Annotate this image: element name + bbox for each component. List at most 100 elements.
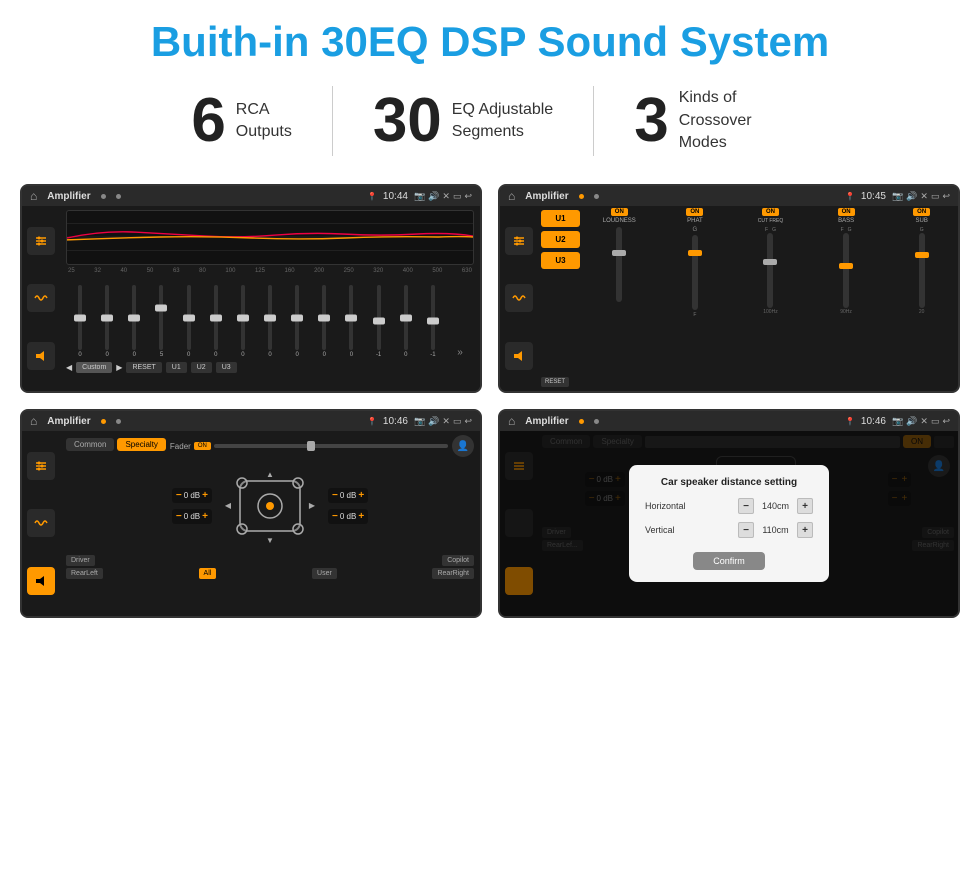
eq-slider-6[interactable]: 0 (231, 285, 255, 358)
spk-user-btn[interactable]: User (312, 568, 337, 579)
fader-track[interactable] (214, 444, 448, 448)
db-minus-rr[interactable]: − (332, 511, 338, 522)
ch-bass-slider[interactable] (843, 233, 849, 308)
close-icon-3[interactable]: ✕ (442, 416, 450, 427)
eq-next-btn[interactable]: ▶ (116, 363, 122, 372)
db-plus-fr[interactable]: + (358, 490, 364, 501)
spk-tune-btn[interactable] (27, 452, 55, 480)
spk-rearright-btn[interactable]: RearRight (432, 568, 474, 579)
spk-driver-btn[interactable]: Driver (66, 555, 95, 566)
close-icon-1[interactable]: ✕ (442, 191, 450, 202)
ch-cutfreq-on[interactable]: ON (762, 208, 779, 216)
eq-slider-10[interactable]: 0 (339, 285, 363, 358)
amp-speaker-btn[interactable] (505, 342, 533, 370)
page-title: Buith-in 30EQ DSP Sound System (0, 0, 980, 76)
eq-slider-11[interactable]: -1 (367, 285, 391, 358)
eq-slider-2[interactable]: 0 (122, 285, 146, 358)
eq-slider-7[interactable]: 0 (258, 285, 282, 358)
back-icon-4[interactable]: ↩ (942, 416, 950, 427)
close-icon-2[interactable]: ✕ (920, 191, 928, 202)
minimize-icon-3[interactable]: ▭ (453, 416, 462, 427)
ch-loudness: ON LOUDNESS (583, 206, 656, 391)
eq-slider-8[interactable]: 0 (285, 285, 309, 358)
spk-all-btn[interactable]: All (199, 568, 217, 579)
ch-sub-slider[interactable] (919, 233, 925, 308)
ch-phat-on[interactable]: ON (686, 208, 703, 216)
back-icon-3[interactable]: ↩ (464, 416, 472, 427)
avatar-btn-3[interactable]: 👤 (452, 435, 474, 457)
horizontal-plus-btn[interactable]: + (797, 498, 813, 514)
confirm-button[interactable]: Confirm (693, 552, 765, 570)
ch-loudness-on[interactable]: ON (611, 208, 628, 216)
home-icon[interactable]: ⌂ (30, 189, 37, 203)
ch-loudness-slider[interactable] (616, 227, 622, 302)
eq-slider-4[interactable]: 0 (177, 285, 201, 358)
horizontal-value: 140cm (758, 501, 793, 511)
eq-slider-9[interactable]: 0 (312, 285, 336, 358)
db-minus-rl[interactable]: − (176, 511, 182, 522)
minimize-icon-2[interactable]: ▭ (931, 191, 940, 202)
status-dot-3 (579, 194, 584, 199)
fader-on-btn[interactable]: ON (194, 442, 211, 450)
vertical-minus-btn[interactable]: − (738, 522, 754, 538)
status-bar-2: ⌂ Amplifier 📍 10:45 📷 🔊 ✕ ▭ ↩ (500, 186, 958, 206)
spk-wave-btn[interactable] (27, 509, 55, 537)
eq-prev-btn[interactable]: ◀ (66, 363, 72, 372)
amp-tune-btn[interactable] (505, 227, 533, 255)
close-icon-4[interactable]: ✕ (920, 416, 928, 427)
db-plus-fl[interactable]: + (202, 490, 208, 501)
back-icon[interactable]: ↩ (464, 191, 472, 202)
back-icon-2[interactable]: ↩ (942, 191, 950, 202)
preset-u2-btn[interactable]: U2 (541, 231, 580, 248)
status-dot-4 (594, 194, 599, 199)
eq-speaker-btn[interactable] (27, 342, 55, 370)
ch-phat-slider[interactable] (692, 235, 698, 310)
ch-bass-on[interactable]: ON (838, 208, 855, 216)
ch-sub-on[interactable]: ON (913, 208, 930, 216)
db-plus-rl[interactable]: + (202, 511, 208, 522)
ch-loudness-name: LOUDNESS (603, 218, 636, 224)
tab-common-3[interactable]: Common (66, 438, 114, 451)
home-icon-3[interactable]: ⌂ (30, 414, 37, 428)
eq-wave-btn[interactable] (27, 284, 55, 312)
vertical-plus-btn[interactable]: + (797, 522, 813, 538)
eq-slider-13[interactable]: -1 (421, 285, 445, 358)
eq-tune-btn[interactable] (27, 227, 55, 255)
eq-reset-btn[interactable]: RESET (126, 362, 161, 373)
eq-slider-0[interactable]: 0 (68, 285, 92, 358)
horizontal-minus-btn[interactable]: − (738, 498, 754, 514)
spk-rearleft-btn[interactable]: RearLeft (66, 568, 103, 579)
volume-icon-4: 🔊 (906, 416, 917, 427)
eq-u3-btn[interactable]: U3 (216, 362, 237, 373)
eq-u1-btn[interactable]: U1 (166, 362, 187, 373)
ch-cutfreq-slider[interactable] (767, 233, 773, 308)
preset-u1-btn[interactable]: U1 (541, 210, 580, 227)
status-dot-2 (116, 194, 121, 199)
tab-specialty-3[interactable]: Specialty (117, 438, 165, 451)
eq-custom-btn[interactable]: Custom (76, 362, 112, 373)
eq-slider-12[interactable]: 0 (394, 285, 418, 358)
location-icon-3: 📍 (367, 417, 377, 426)
db-minus-fl[interactable]: − (176, 490, 182, 501)
eq-slider-5[interactable]: 0 (204, 285, 228, 358)
amp-reset-btn[interactable]: RESET (541, 377, 569, 387)
fader-thumb[interactable] (307, 441, 315, 451)
spk-copilot-btn[interactable]: Copilot (442, 555, 474, 566)
preset-u3-btn[interactable]: U3 (541, 252, 580, 269)
eq-expand-btn[interactable]: » (448, 327, 472, 358)
minimize-icon-4[interactable]: ▭ (931, 416, 940, 427)
home-icon-2[interactable]: ⌂ (508, 189, 515, 203)
db-minus-fr[interactable]: − (332, 490, 338, 501)
db-plus-rr[interactable]: + (358, 511, 364, 522)
eq-u2-btn[interactable]: U2 (191, 362, 212, 373)
eq-slider-3[interactable]: 5 (149, 285, 173, 358)
amp-wave-btn[interactable] (505, 284, 533, 312)
spk-speaker-btn[interactable] (27, 567, 55, 595)
minimize-icon[interactable]: ▭ (453, 191, 462, 202)
home-icon-4[interactable]: ⌂ (508, 414, 515, 428)
screen2-title: Amplifier (525, 191, 568, 202)
ch-phat: ON PHAT G F (659, 206, 732, 391)
stat-crossover-number: 3 (634, 90, 668, 152)
svg-text:◀: ◀ (225, 501, 232, 510)
eq-slider-1[interactable]: 0 (95, 285, 119, 358)
